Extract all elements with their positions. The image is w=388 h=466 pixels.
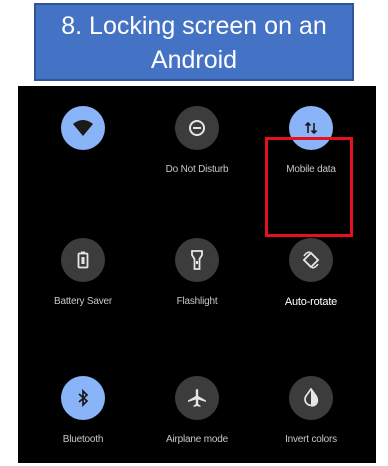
battery-saver-icon bbox=[61, 238, 105, 282]
tile-label-invert-colors: Invert colors bbox=[285, 434, 337, 445]
tile-label-flashlight: Flashlight bbox=[176, 296, 218, 307]
tile-bluetooth[interactable]: Bluetooth bbox=[27, 376, 139, 446]
tile-airplane-mode[interactable]: Airplane mode bbox=[141, 376, 253, 446]
wifi-icon bbox=[61, 106, 105, 150]
flashlight-icon bbox=[175, 238, 219, 282]
auto-rotate-highlight-box bbox=[265, 137, 353, 237]
invert-colors-icon bbox=[289, 376, 333, 420]
tile-label-airplane-mode: Airplane mode bbox=[166, 434, 228, 445]
tile-auto-rotate[interactable]: Auto-rotate bbox=[255, 238, 367, 308]
slide: 8. Locking screen on an Android Do Not D… bbox=[0, 0, 388, 466]
tile-flashlight[interactable]: Flashlight bbox=[141, 238, 253, 308]
tile-do-not-disturb[interactable]: Do Not Disturb bbox=[141, 106, 253, 176]
slide-title-line-1: 8. Locking screen on an bbox=[61, 12, 327, 40]
tile-battery-saver[interactable]: Battery Saver bbox=[27, 238, 139, 308]
slide-title-line-2: Android bbox=[150, 46, 238, 74]
bluetooth-icon bbox=[61, 376, 105, 420]
tile-label-auto-rotate: Auto-rotate bbox=[284, 296, 338, 308]
do-not-disturb-icon bbox=[175, 106, 219, 150]
tile-label-bluetooth: Bluetooth bbox=[62, 434, 104, 445]
tile-wifi[interactable] bbox=[27, 106, 139, 164]
slide-title: 8. Locking screen on an Android bbox=[34, 3, 354, 81]
tile-label-battery-saver: Battery Saver bbox=[54, 296, 112, 307]
tile-invert-colors[interactable]: Invert colors bbox=[255, 376, 367, 446]
airplane-icon bbox=[175, 376, 219, 420]
auto-rotate-icon bbox=[289, 238, 333, 282]
tile-label-do-not-disturb: Do Not Disturb bbox=[165, 164, 229, 175]
